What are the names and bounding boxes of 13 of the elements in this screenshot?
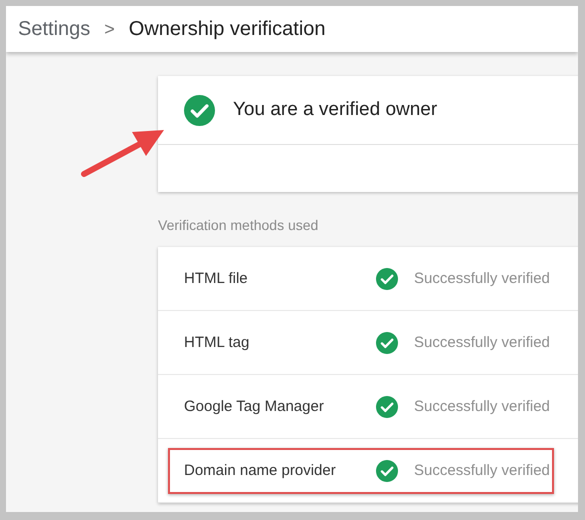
method-name: Domain name provider [184, 462, 337, 479]
breadcrumb-separator: > [104, 18, 115, 40]
method-status: Successfully verified [414, 398, 550, 415]
method-status: Successfully verified [414, 270, 550, 287]
status-title: You are a verified owner [233, 99, 438, 121]
page-title: Ownership verification [128, 18, 326, 40]
method-status: Successfully verified [414, 462, 550, 479]
method-name: Google Tag Manager [184, 398, 325, 415]
method-status: Successfully verified [414, 334, 550, 351]
method-name: HTML tag [184, 334, 250, 351]
section-label: Verification methods used [158, 217, 320, 233]
breadcrumb-link[interactable]: Settings [18, 18, 90, 40]
method-name: HTML file [184, 270, 249, 287]
